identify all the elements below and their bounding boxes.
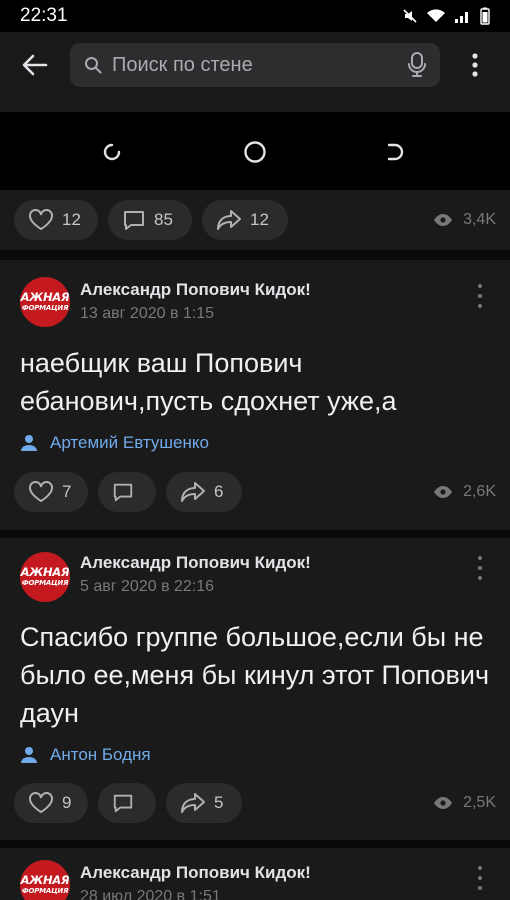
status-time: 22:31	[20, 5, 68, 26]
post-signer[interactable]: Антон Бодня	[20, 745, 151, 765]
post-signer[interactable]: Артемий Евтушенко	[20, 433, 209, 453]
post-card: АЖНАЯ ФОРМАЦИЯ Александр Попович Кидок! …	[0, 538, 510, 840]
like-button[interactable]: 7	[14, 472, 88, 512]
eye-icon	[434, 797, 453, 809]
post-menu-button[interactable]	[470, 556, 490, 580]
post-actions: 12 85 12 3,4K	[0, 200, 510, 240]
group-avatar[interactable]: АЖНАЯ ФОРМАЦИЯ	[20, 860, 70, 900]
share-count: 6	[214, 482, 224, 501]
comment-button[interactable]	[98, 472, 156, 512]
wifi-icon	[427, 9, 445, 22]
view-counter: 2,6K	[433, 472, 496, 512]
mute-icon	[403, 9, 417, 23]
search-icon	[85, 57, 102, 74]
heart-icon	[29, 481, 53, 503]
post-author[interactable]: Александр Попович Кидок!	[80, 553, 311, 573]
post-date: 5 авг 2020 в 22:16	[80, 578, 215, 595]
status-icons	[402, 7, 490, 25]
view-counter: 3,4K	[433, 200, 496, 240]
post-menu-button[interactable]	[470, 866, 490, 890]
back-button[interactable]	[0, 32, 70, 98]
comment-button[interactable]	[98, 783, 156, 823]
share-icon	[217, 210, 241, 230]
share-button[interactable]: 5	[166, 783, 242, 823]
comment-count: 85	[154, 210, 173, 229]
post-author[interactable]: Александр Попович Кидок!	[80, 863, 311, 883]
header-divider	[0, 98, 510, 112]
post-actions: 9 5 2,5K	[0, 783, 510, 823]
signer-name: Антон Бодня	[50, 745, 151, 764]
comment-button[interactable]: 85	[108, 200, 192, 240]
arrow-left-icon	[22, 54, 48, 76]
comment-icon	[113, 483, 133, 502]
replay-icon[interactable]	[100, 140, 124, 164]
post-text: Спасибо группе большое,если бы не было е…	[20, 622, 490, 728]
post-card: АЖНАЯ ФОРМАЦИЯ Александр Попович Кидок! …	[0, 260, 510, 530]
wall-search-header: Поиск по стене	[0, 32, 510, 98]
like-count: 9	[62, 793, 72, 812]
view-count: 3,4K	[463, 211, 496, 228]
like-button[interactable]: 12	[14, 200, 98, 240]
microphone-icon[interactable]	[408, 52, 426, 78]
post-actions: 7 6 2,6K	[0, 472, 510, 512]
forward-icon[interactable]	[384, 140, 408, 164]
comment-icon	[113, 794, 133, 813]
share-icon	[181, 482, 205, 502]
search-placeholder: Поиск по стене	[112, 53, 253, 76]
group-avatar[interactable]: АЖНАЯ ФОРМАЦИЯ	[20, 277, 70, 327]
status-bar: 22:31	[0, 0, 510, 32]
share-button[interactable]: 12	[202, 200, 288, 240]
more-options-button[interactable]	[440, 32, 510, 98]
heart-icon	[29, 792, 53, 814]
post-menu-button[interactable]	[470, 284, 490, 308]
share-icon	[181, 793, 205, 813]
share-count: 12	[250, 210, 269, 229]
eye-icon	[434, 214, 453, 226]
post-text: наебщик ваш Попович ебанович,пусть сдохн…	[20, 348, 397, 416]
more-vertical-icon	[472, 53, 478, 77]
like-count: 7	[62, 482, 72, 501]
share-count: 5	[214, 793, 224, 812]
view-count: 2,5K	[463, 794, 496, 811]
heart-icon	[29, 209, 53, 231]
group-avatar[interactable]: АЖНАЯ ФОРМАЦИЯ	[20, 552, 70, 602]
like-count: 12	[62, 210, 81, 229]
post-card: АЖНАЯ ФОРМАЦИЯ Александр Попович Кидок! …	[0, 848, 510, 900]
comment-icon	[124, 211, 144, 230]
user-icon	[21, 747, 37, 763]
eye-icon	[434, 486, 453, 498]
signer-name: Артемий Евтушенко	[50, 433, 209, 452]
post-date: 13 авг 2020 в 1:15	[80, 305, 215, 322]
video-controls	[0, 112, 510, 190]
post-author[interactable]: Александр Попович Кидок!	[80, 280, 311, 300]
view-count: 2,6K	[463, 483, 496, 500]
search-input[interactable]: Поиск по стене	[70, 43, 440, 87]
signal-icon	[455, 12, 468, 23]
play-circle-icon[interactable]	[242, 140, 268, 164]
post-date: 28 июл 2020 в 1:51	[80, 888, 221, 900]
share-button[interactable]: 6	[166, 472, 242, 512]
view-counter: 2,5K	[433, 783, 496, 823]
battery-icon	[480, 7, 490, 25]
user-icon	[21, 435, 37, 451]
like-button[interactable]: 9	[14, 783, 88, 823]
post-card-previous: 12 85 12 3,4K	[0, 190, 510, 250]
